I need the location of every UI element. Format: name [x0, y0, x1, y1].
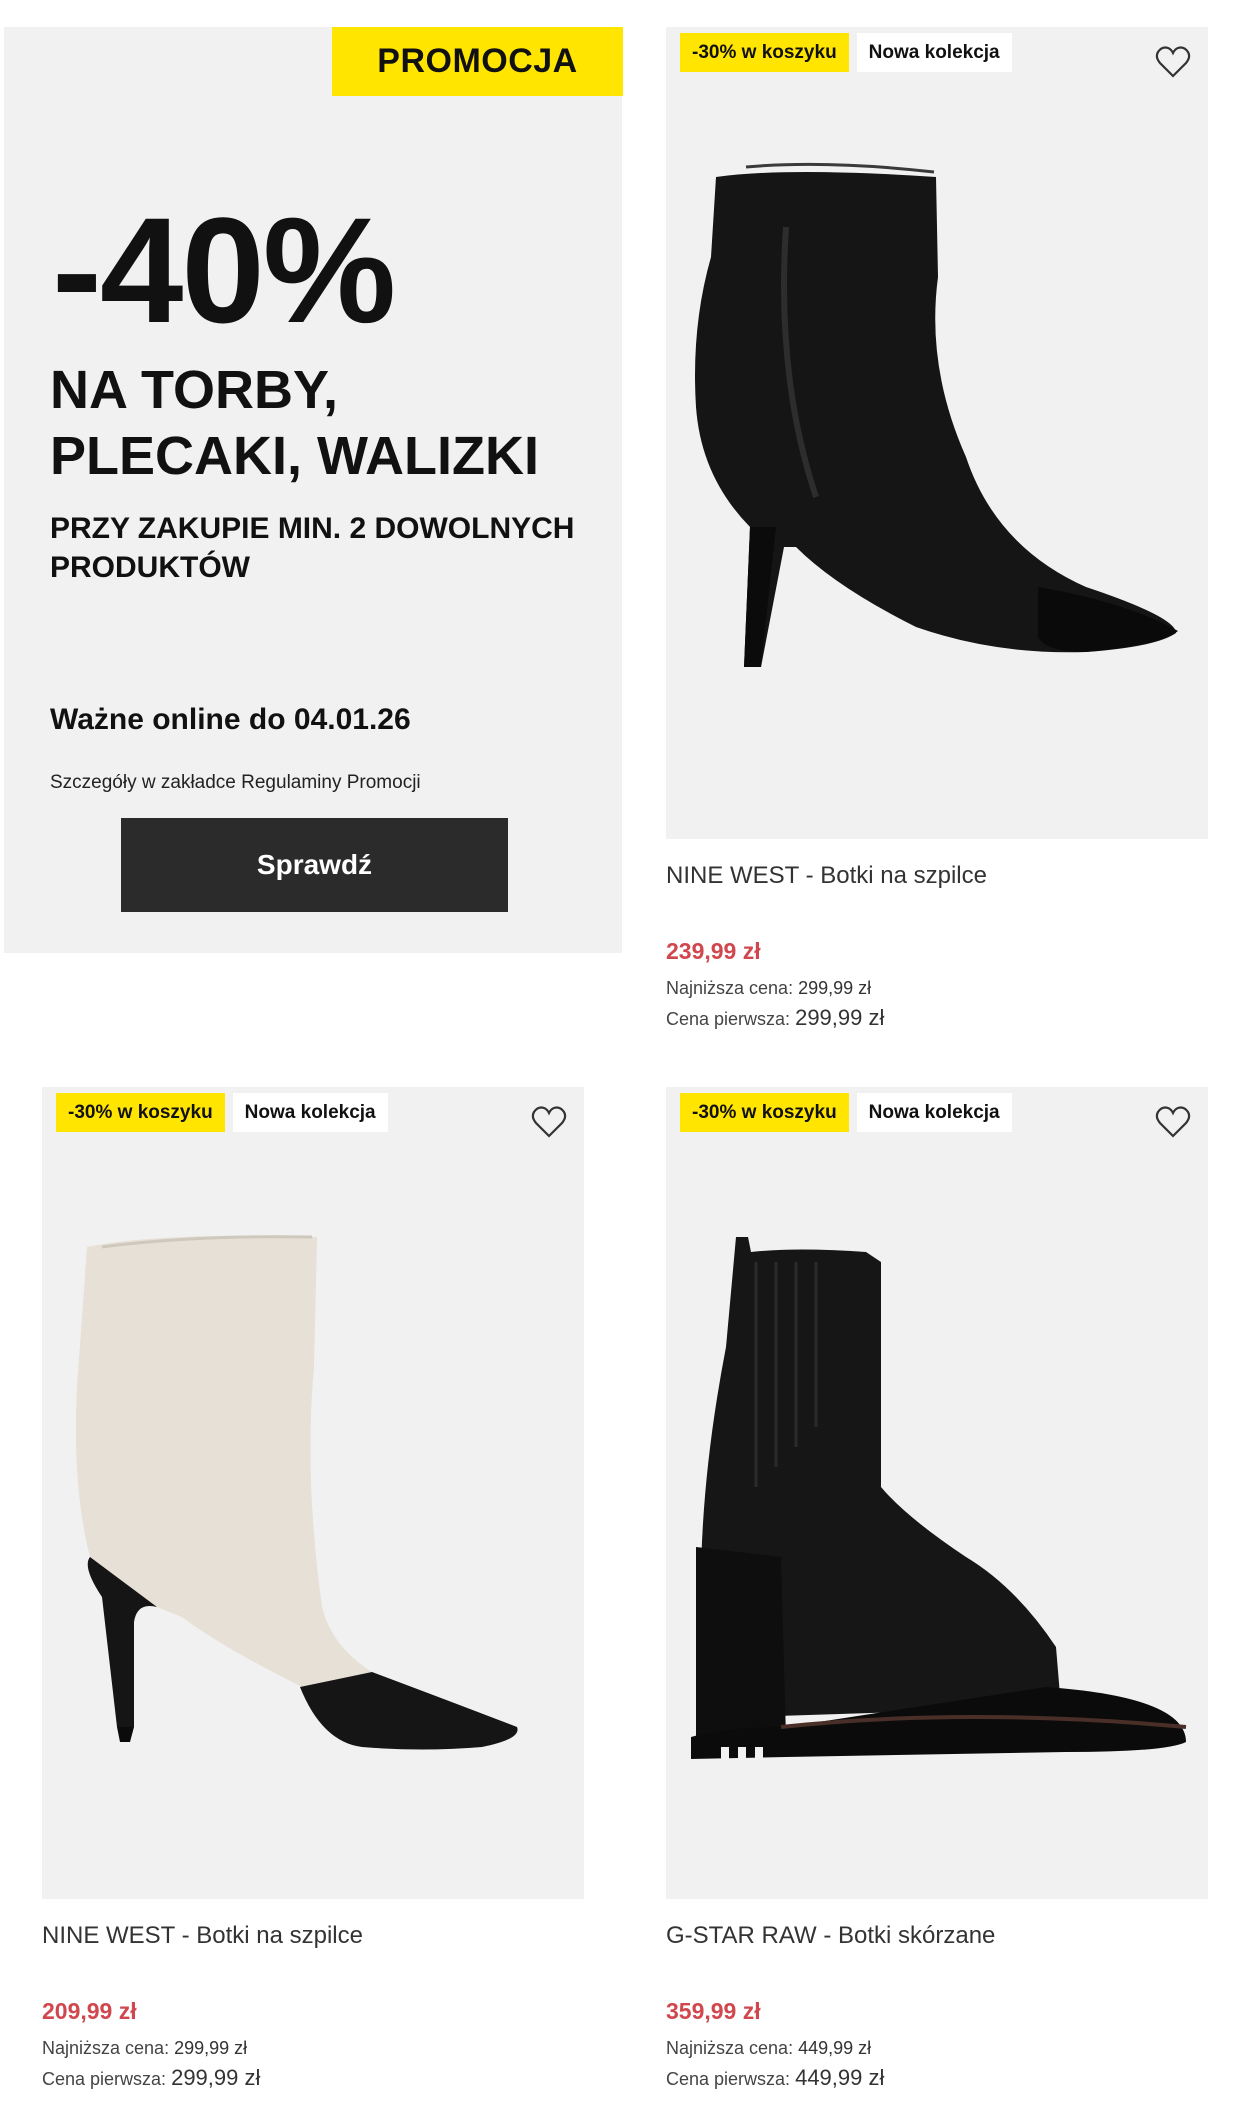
cream-stiletto-boot-image — [75, 1235, 518, 1750]
product-name[interactable]: NINE WEST - Botki na szpilce — [666, 859, 1208, 893]
lowest-price-value: 299,99 zł — [174, 2038, 248, 2058]
promo-subline: PRZY ZAKUPIE MIN. 2 DOWOLNYCH PRODUKTÓW — [50, 512, 575, 584]
lowest-price-label: Najniższa cena: — [666, 2038, 794, 2058]
lowest-price-value: 299,99 zł — [798, 978, 872, 998]
first-price-value: 299,99 zł — [171, 2065, 261, 2090]
first-price: Cena pierwsza: 299,99 zł — [666, 1007, 1208, 1030]
first-price-value: 449,99 zł — [795, 2065, 885, 2090]
product-name[interactable]: G-STAR RAW - Botki skórzane — [666, 1919, 1208, 1953]
check-button[interactable]: Sprawdź — [121, 818, 508, 912]
heart-icon[interactable] — [1152, 41, 1194, 83]
first-price-label: Cena pierwsza: — [666, 2069, 791, 2089]
promo-headline: NA TORBY, PLECAKI, WALIZKI — [50, 360, 539, 486]
first-price-label: Cena pierwsza: — [42, 2069, 167, 2089]
lowest-price-label: Najniższa cena: — [42, 2038, 170, 2058]
first-price: Cena pierwsza: 449,99 zł — [666, 2067, 1208, 2090]
heart-icon[interactable] — [528, 1101, 570, 1143]
lowest-price-value: 449,99 zł — [798, 2038, 872, 2058]
product-card[interactable]: -30% w koszyku Nowa kolekcja G-STAR RAW … — [666, 1087, 1208, 2090]
lowest-price: Najniższa cena: 299,99 zł — [42, 2037, 584, 2059]
product-image[interactable]: -30% w koszyku Nowa kolekcja — [666, 1087, 1208, 1899]
first-price: Cena pierwsza: 299,99 zł — [42, 2067, 584, 2090]
product-image[interactable]: -30% w koszyku Nowa kolekcja — [666, 27, 1208, 839]
lowest-price: Najniższa cena: 299,99 zł — [666, 977, 1208, 999]
discount-badge: -30% w koszyku — [56, 1093, 225, 1132]
black-stiletto-boot-image — [695, 162, 1178, 667]
promo-valid-date: Ważne online do 04.01.26 — [50, 703, 411, 736]
product-card[interactable]: -30% w koszyku Nowa kolekcja NINE WEST -… — [666, 27, 1208, 1030]
product-name[interactable]: NINE WEST - Botki na szpilce — [42, 1919, 584, 1953]
heart-icon[interactable] — [1152, 1101, 1194, 1143]
badge-row: -30% w koszyku Nowa kolekcja — [56, 1093, 388, 1132]
promo-tag: PROMOCJA — [332, 27, 623, 96]
first-price-value: 299,99 zł — [795, 1005, 885, 1030]
lowest-price: Najniższa cena: 449,99 zł — [666, 2037, 1208, 2059]
discount-badge: -30% w koszyku — [680, 1093, 849, 1132]
block-heel-boot-image — [691, 1237, 1187, 1761]
badge-row: -30% w koszyku Nowa kolekcja — [680, 33, 1012, 72]
promo-discount: -40% — [52, 186, 396, 354]
product-price: 239,99 zł — [666, 938, 761, 964]
discount-badge: -30% w koszyku — [680, 33, 849, 72]
product-price: 209,99 zł — [42, 1998, 137, 2024]
product-price: 359,99 zł — [666, 1998, 761, 2024]
badge-row: -30% w koszyku Nowa kolekcja — [680, 1093, 1012, 1132]
promo-terms-note: Szczegóły w zakładce Regulaminy Promocji — [50, 772, 421, 793]
promo-banner[interactable]: PROMOCJA -40% NA TORBY, PLECAKI, WALIZKI… — [4, 27, 623, 953]
new-collection-badge: Nowa kolekcja — [856, 33, 1012, 72]
new-collection-badge: Nowa kolekcja — [856, 1093, 1012, 1132]
product-image[interactable]: -30% w koszyku Nowa kolekcja — [42, 1087, 584, 1899]
first-price-label: Cena pierwsza: — [666, 1009, 791, 1029]
new-collection-badge: Nowa kolekcja — [232, 1093, 388, 1132]
product-card[interactable]: -30% w koszyku Nowa kolekcja NINE WEST -… — [42, 1087, 584, 2090]
lowest-price-label: Najniższa cena: — [666, 978, 794, 998]
